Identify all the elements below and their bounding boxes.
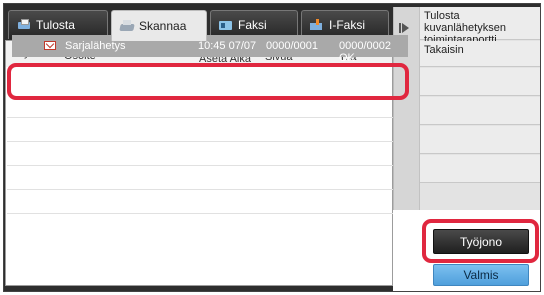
side-menu-empty-slot bbox=[420, 97, 540, 125]
back-label: Takaisin bbox=[424, 44, 464, 56]
done-button[interactable]: Valmis bbox=[433, 264, 529, 286]
job-list-panel: Työ Osoite Aseta Aika Sivua Tila bbox=[5, 40, 393, 286]
tab-print-label: Tulosta bbox=[36, 18, 75, 32]
tab-fax-label: Faksi bbox=[238, 18, 267, 32]
tab-scan-label: Skannaa bbox=[139, 19, 187, 33]
job-row[interactable]: Sarjalähetys 10:45 07/07 0000/0001 0000/… bbox=[12, 35, 408, 64]
mail-icon bbox=[44, 41, 56, 50]
fax-icon bbox=[219, 19, 233, 31]
job-pages: 0000/0001 bbox=[266, 40, 318, 52]
side-menu-empty-slot bbox=[420, 68, 540, 96]
job-status: 0000/0002 OK bbox=[339, 40, 391, 64]
tab-ifax-label: I-Faksi bbox=[329, 18, 365, 32]
printer-icon bbox=[17, 19, 31, 31]
side-menu: Tulosta kuvanlähetyksen toimintaraportti… bbox=[393, 7, 540, 210]
tab-scan[interactable]: Skannaa bbox=[111, 10, 207, 41]
job-time: 10:45 07/07 bbox=[198, 40, 257, 52]
side-menu-empty-slot bbox=[420, 126, 540, 154]
internet-fax-icon bbox=[310, 19, 324, 31]
scanner-icon bbox=[120, 20, 134, 32]
job-address: Sarjalähetys bbox=[65, 40, 126, 52]
back-menu-item[interactable]: Takaisin bbox=[420, 41, 540, 67]
side-menu-empty-slot bbox=[420, 155, 540, 183]
job-queue-button[interactable]: Työjono bbox=[433, 229, 529, 254]
print-report-menu-item[interactable]: Tulosta kuvanlähetyksen toimintaraportti bbox=[420, 7, 540, 46]
expand-arrow-icon[interactable] bbox=[399, 23, 409, 33]
